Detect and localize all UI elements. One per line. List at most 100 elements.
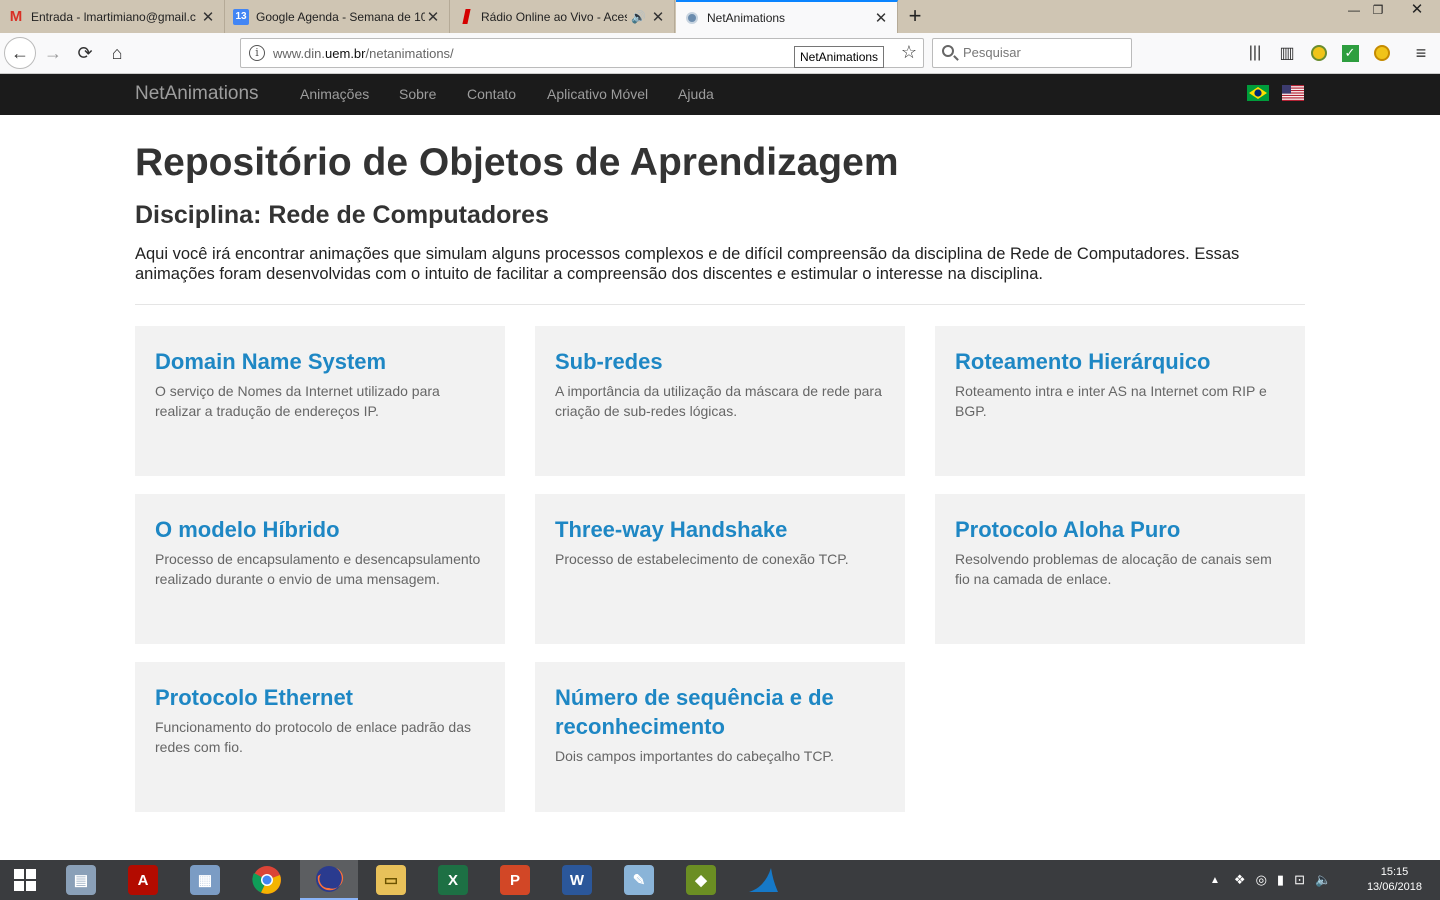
extension-search-icon[interactable]	[1371, 42, 1393, 64]
taskbar-app-monitor[interactable]: ▤	[52, 860, 110, 900]
nav-link-contato[interactable]: Contato	[467, 86, 516, 102]
site-info-icon[interactable]: i	[249, 45, 265, 61]
clock-date: 13/06/2018	[1366, 881, 1422, 893]
paint-icon: ✎	[624, 865, 654, 895]
extension-zoom-icon[interactable]	[1308, 42, 1330, 64]
gmail-icon: M	[9, 8, 23, 25]
wireshark-icon	[749, 868, 778, 892]
taskbar-app-firefox[interactable]	[300, 860, 358, 900]
card-title[interactable]: Protocolo Ethernet	[155, 683, 485, 712]
card-title[interactable]: Número de sequência e de reconhecimento	[555, 683, 855, 741]
calculator-icon: ▦	[190, 865, 220, 895]
card-description: A importância da utilização da máscara d…	[555, 383, 882, 419]
taskbar-app-powerpoint[interactable]: P	[486, 860, 544, 900]
intro-text: Aqui você irá encontrar animações que si…	[135, 245, 1240, 283]
taskbar-app-chrome[interactable]	[238, 860, 296, 900]
windows-logo-icon	[14, 869, 36, 891]
forward-button[interactable]: →	[38, 38, 68, 68]
tab-radio[interactable]: Rádio Online ao Vivo - Aces 🔊 ✕	[450, 0, 675, 33]
word-icon: W	[562, 865, 592, 895]
back-button[interactable]: ←	[4, 37, 36, 69]
new-tab-button[interactable]: +	[902, 4, 928, 30]
volume-icon[interactable]: 🔈	[1315, 872, 1331, 888]
url-domain: uem.br	[325, 46, 366, 61]
close-tab-icon[interactable]: ✕	[650, 8, 666, 26]
powerpoint-icon: P	[500, 865, 530, 895]
close-tab-icon[interactable]: ✕	[873, 9, 889, 27]
calendar-icon: 13	[233, 8, 249, 25]
taskbar-app-explorer[interactable]: ▭	[362, 860, 420, 900]
clock[interactable]: 15:15 13/06/2018	[1367, 865, 1422, 895]
tab-calendar[interactable]: 13 Google Agenda - Semana de 10 ✕	[225, 0, 450, 33]
reload-button[interactable]: ⟳	[70, 38, 100, 68]
extension-check-icon[interactable]: ✓	[1339, 42, 1361, 64]
animation-card-roteamento[interactable]: Roteamento Hierárquico Roteamento intra …	[935, 326, 1305, 476]
close-tab-icon[interactable]: ✕	[425, 8, 441, 26]
animation-card-subredes[interactable]: Sub-redes A importância da utilização da…	[535, 326, 905, 476]
nav-link-sobre[interactable]: Sobre	[399, 86, 436, 102]
taskbar-app-calculator[interactable]: ▦	[176, 860, 234, 900]
nav-link-aplicativo-movel[interactable]: Aplicativo Móvel	[547, 86, 648, 102]
divider	[135, 304, 1305, 305]
card-description: Funcionamento do protocolo de enlace pad…	[155, 719, 471, 755]
animation-card-modelo-hibrido[interactable]: O modelo Híbrido Processo de encapsulame…	[135, 494, 505, 644]
us-flag-icon[interactable]	[1282, 85, 1304, 101]
url-prefix: www.din.	[273, 46, 326, 61]
forward-arrow-icon: →	[44, 42, 62, 63]
start-button[interactable]	[0, 860, 50, 900]
search-input[interactable]	[963, 45, 1123, 60]
tab-gmail[interactable]: M Entrada - lmartimiano@gmail.c ✕	[0, 0, 225, 33]
animation-card-ethernet[interactable]: Protocolo Ethernet Funcionamento do prot…	[135, 662, 505, 812]
taskbar-app-word[interactable]: W	[548, 860, 606, 900]
card-title[interactable]: Sub-redes	[555, 347, 885, 376]
back-arrow-icon: ←	[11, 42, 29, 63]
card-title[interactable]: O modelo Híbrido	[155, 515, 485, 544]
sidebar-icon[interactable]: ▥	[1276, 42, 1298, 64]
nav-link-animacoes[interactable]: Animações	[300, 86, 369, 102]
taskbar-app-wireshark[interactable]	[734, 860, 792, 900]
card-description: Dois campos importantes do cabeçalho TCP…	[555, 748, 834, 764]
home-icon: ⌂	[111, 42, 123, 63]
search-bar[interactable]	[932, 38, 1132, 68]
close-tab-icon[interactable]: ✕	[200, 8, 216, 26]
animation-card-dns[interactable]: Domain Name System O serviço de Nomes da…	[135, 326, 505, 476]
card-description: Processo de encapsulamento e desencapsul…	[155, 551, 481, 587]
excel-icon: X	[438, 865, 468, 895]
system-tray: ▲ ❖ ◎ ▮ ⊡ 🔈	[1210, 860, 1331, 900]
card-title[interactable]: Protocolo Aloha Puro	[955, 515, 1285, 544]
dropbox-icon[interactable]: ❖	[1234, 872, 1246, 888]
tab-title: NetAnimations	[707, 11, 786, 25]
clock-time: 15:15	[1380, 866, 1409, 878]
taskbar-app-excel[interactable]: X	[424, 860, 482, 900]
animation-card-handshake[interactable]: Three-way Handshake Processo de estabele…	[535, 494, 905, 644]
tab-netanimations[interactable]: NetAnimations ✕	[676, 0, 898, 34]
system-monitor-icon: ▤	[66, 865, 96, 895]
card-title[interactable]: Domain Name System	[155, 347, 485, 376]
file-explorer-icon: ▭	[376, 865, 406, 895]
firefox-icon	[316, 866, 344, 892]
taskbar-app-paint[interactable]: ✎	[610, 860, 668, 900]
show-hidden-icons[interactable]: ▲	[1210, 875, 1220, 886]
brazil-flag-icon[interactable]	[1247, 85, 1269, 101]
battery-icon[interactable]: ▮	[1277, 872, 1284, 888]
site-brand[interactable]: NetAnimations	[135, 83, 259, 105]
taskbar-app-network-tool[interactable]: ◆	[672, 860, 730, 900]
taskbar-app-acrobat[interactable]: A	[114, 860, 172, 900]
network-tool-icon: ◆	[686, 865, 716, 895]
library-icon[interactable]: |||	[1244, 42, 1266, 64]
restore-icon[interactable]: ❐	[1361, 0, 1395, 22]
nav-link-ajuda[interactable]: Ajuda	[678, 86, 714, 102]
sync-status-icon[interactable]: ◎	[1256, 872, 1267, 888]
animation-card-aloha[interactable]: Protocolo Aloha Puro Resolvendo problema…	[935, 494, 1305, 644]
card-title[interactable]: Three-way Handshake	[555, 515, 885, 544]
menu-icon[interactable]: ≡	[1410, 42, 1432, 64]
network-icon[interactable]: ⊡	[1294, 872, 1305, 888]
url-text[interactable]: www.din.uem.br/netanimations/	[273, 46, 454, 61]
animation-card-numero-sequencia[interactable]: Número de sequência e de reconhecimento …	[535, 662, 905, 812]
card-title[interactable]: Roteamento Hierárquico	[955, 347, 1285, 376]
close-window-icon[interactable]: ✕	[1400, 0, 1434, 22]
bookmark-star-icon[interactable]: ☆	[901, 42, 917, 63]
search-icon	[942, 45, 954, 57]
speaker-icon[interactable]: 🔊	[631, 10, 646, 24]
home-button[interactable]: ⌂	[102, 38, 132, 68]
